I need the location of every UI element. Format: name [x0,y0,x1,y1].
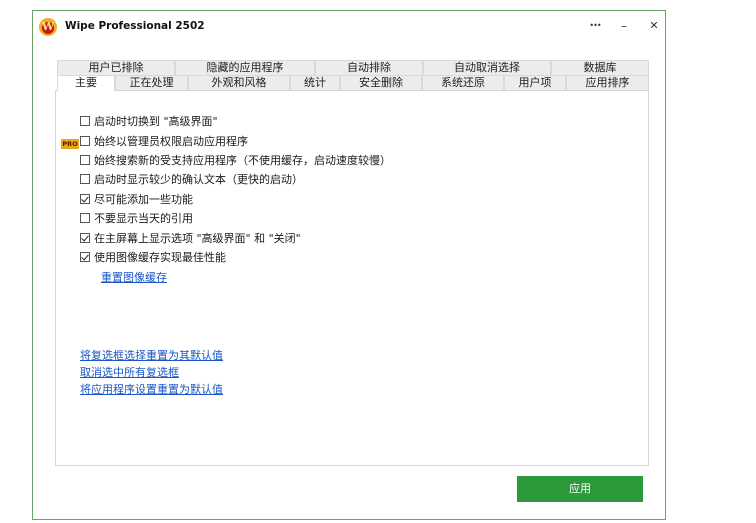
reset-checkboxes-link[interactable]: 将复选框选择重置为其默认值 [80,347,223,363]
pro-badge: PRO [61,139,79,149]
tab-user-items[interactable]: 用户项 [504,75,566,91]
option-label: 在主屏幕上显示选项 "高级界面" 和 "关闭" [94,232,301,245]
checkbox[interactable] [80,233,90,243]
option-label: 始终搜索新的受支持应用程序（不使用缓存，启动速度较慢） [94,154,391,167]
apply-button[interactable]: 应用 [517,476,643,502]
checkbox[interactable] [80,116,90,126]
option-always-search-apps[interactable]: 始终搜索新的受支持应用程序（不使用缓存，启动速度较慢） [80,152,391,168]
option-label: 不要显示当天的引用 [94,212,193,225]
tab-appearance[interactable]: 外观和风格 [188,75,290,91]
checkbox[interactable] [80,136,90,146]
option-add-features[interactable]: 尽可能添加一些功能 [80,191,193,207]
tab-statistics[interactable]: 统计 [290,75,340,91]
checkbox[interactable] [80,155,90,165]
option-label: 启动时显示较少的确认文本（更快的启动） [94,173,303,186]
option-less-confirm-text[interactable]: 启动时显示较少的确认文本（更快的启动） [80,171,303,187]
option-label: 启动时切换到 "高级界面" [94,115,218,128]
minimize-icon[interactable]: – [611,17,637,35]
tab-processing[interactable]: 正在处理 [115,75,188,91]
checkbox[interactable] [80,174,90,184]
option-show-advanced-close[interactable]: 在主屏幕上显示选项 "高级界面" 和 "关闭" [80,230,301,246]
tab-app-sorting[interactable]: 应用排序 [566,75,649,91]
tab-auto-excluded[interactable]: 自动排除 [315,60,423,76]
title-bar: W Wipe Professional 2502 ••• – ✕ [33,11,665,41]
option-switch-advanced[interactable]: 启动时切换到 "高级界面" [80,113,218,129]
tab-system-restore[interactable]: 系统还原 [422,75,504,91]
app-logo-icon: W [39,18,57,36]
tab-user-excluded[interactable]: 用户已排除 [57,60,175,76]
checkbox[interactable] [80,194,90,204]
window-title: Wipe Professional 2502 [65,20,205,32]
app-window: W Wipe Professional 2502 ••• – ✕ 用户已排除 隐… [32,10,666,520]
tab-main[interactable]: 主要 [57,75,115,92]
option-label: 始终以管理员权限启动应用程序 [94,135,248,148]
more-options-icon[interactable]: ••• [582,17,608,35]
tab-secure-delete[interactable]: 安全删除 [340,75,422,91]
option-label: 尽可能添加一些功能 [94,193,193,206]
reset-app-settings-link[interactable]: 将应用程序设置重置为默认值 [80,381,223,397]
checkbox[interactable] [80,213,90,223]
close-icon[interactable]: ✕ [641,17,667,35]
option-run-as-admin[interactable]: 始终以管理员权限启动应用程序 [80,133,248,149]
tab-database[interactable]: 数据库 [551,60,649,76]
option-hide-daily-quote[interactable]: 不要显示当天的引用 [80,210,193,226]
reset-image-cache-link[interactable]: 重置图像缓存 [101,269,167,285]
checkbox[interactable] [80,252,90,262]
option-image-cache[interactable]: 使用图像缓存实现最佳性能 [80,249,226,265]
option-label: 使用图像缓存实现最佳性能 [94,251,226,264]
tab-hidden-apps[interactable]: 隐藏的应用程序 [175,60,315,76]
uncheck-all-link[interactable]: 取消选中所有复选框 [80,364,179,380]
tab-auto-deselect[interactable]: 自动取消选择 [423,60,551,76]
